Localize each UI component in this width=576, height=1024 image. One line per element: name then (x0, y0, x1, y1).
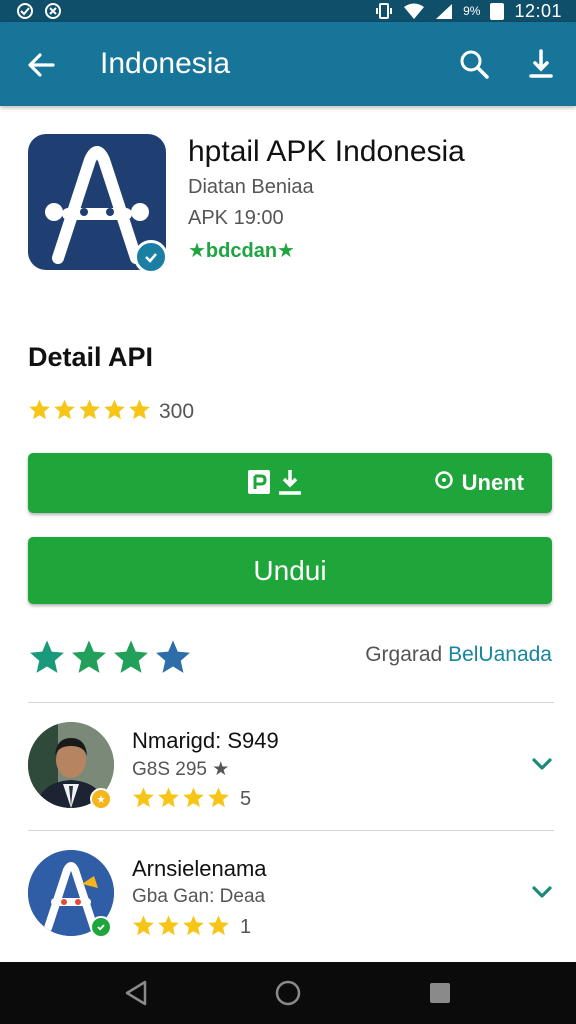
action-icons (246, 467, 304, 502)
notification-icon (16, 2, 34, 20)
arrow-back-icon[interactable] (24, 48, 58, 82)
chat-action[interactable]: Unent (434, 470, 524, 496)
star-icon (207, 914, 230, 941)
battery-label: 9% (463, 4, 481, 18)
divider (28, 830, 554, 831)
status-bar: 9% 12:01 (0, 0, 576, 22)
review-item[interactable]: Nmarigd: S949 G8S 295 ★ 5 (0, 716, 576, 826)
reviewer-meta: Gba Gan: Deaa (132, 886, 266, 907)
review-score: 1 (240, 916, 252, 938)
download-tray-icon[interactable] (276, 467, 304, 502)
developer-name[interactable]: Diatan Beniaa (188, 176, 314, 199)
actions-button[interactable]: Unent (28, 453, 552, 513)
signal-icon (435, 3, 453, 19)
home-circle-icon[interactable] (268, 973, 308, 1013)
star-icon[interactable] (154, 638, 192, 680)
reviewer-name: Nmarigd: S949 (132, 728, 279, 753)
star-icon (128, 398, 151, 425)
review-score: 5 (240, 788, 252, 810)
review-item[interactable]: Arnsielenama Gba Gan: Deaa 1 (0, 844, 576, 954)
recents-square-icon[interactable] (420, 973, 460, 1013)
rating-caption-label: Grgarad (365, 643, 443, 666)
star-icon (78, 398, 101, 425)
reviewer-name: Arnsielenama (132, 856, 267, 881)
p-icon[interactable] (246, 467, 274, 502)
star-icon[interactable] (112, 638, 150, 680)
gold-badge-icon (90, 788, 112, 810)
star-icon (182, 914, 205, 941)
star-icon (132, 914, 155, 941)
editor-tag: ★bdcdan★ (188, 240, 295, 262)
download-icon[interactable] (524, 46, 558, 82)
status-left (16, 2, 62, 20)
rating-caption-link[interactable]: BelUanada (448, 643, 552, 666)
notification-icon-2 (44, 2, 62, 20)
wifi-icon (403, 3, 425, 19)
rating-count: 300 (159, 399, 195, 423)
star-icon (28, 398, 51, 425)
review-stars: 5 (132, 786, 251, 813)
vibrate-icon (375, 2, 393, 20)
rating-summary-stars[interactable] (28, 638, 192, 680)
star-icon (207, 786, 230, 813)
reviewer-meta: G8S 295 ★ (132, 759, 230, 780)
app-version: APK 19:00 (188, 207, 284, 229)
chat-icon (434, 470, 454, 496)
divider (28, 702, 554, 703)
rating-caption: Grgarad BelUanada (365, 643, 552, 667)
app-name: hptail APK Indonesia (188, 135, 465, 168)
download-button[interactable]: Undui (28, 537, 552, 604)
star-icon (157, 786, 180, 813)
back-triangle-icon[interactable] (116, 973, 156, 1013)
chat-label: Unent (461, 470, 524, 495)
battery-icon (490, 2, 505, 20)
chevron-down-icon[interactable] (528, 878, 556, 906)
app-bar: Indonesia (0, 22, 576, 106)
status-right: 9% 12:01 (375, 1, 562, 22)
system-nav-bar (0, 962, 576, 1024)
check-badge-icon (134, 240, 168, 274)
star-icon (103, 398, 126, 425)
star-icon (53, 398, 76, 425)
star-icon[interactable] (28, 638, 66, 680)
app-bar-title: Indonesia (100, 47, 231, 80)
search-icon[interactable] (456, 46, 492, 82)
star-icon (132, 786, 155, 813)
section-title: Detail API (28, 342, 154, 372)
chevron-down-icon[interactable] (528, 750, 556, 778)
review-stars: 1 (132, 914, 251, 941)
rating-row: 300 (28, 398, 194, 425)
app-details-screen: 9% 12:01 Indonesia hptail APK Indonesia … (0, 0, 576, 1024)
check-badge-icon (90, 916, 112, 938)
status-clock: 12:01 (514, 0, 562, 21)
star-icon (157, 914, 180, 941)
star-icon[interactable] (70, 638, 108, 680)
star-icon (182, 786, 205, 813)
